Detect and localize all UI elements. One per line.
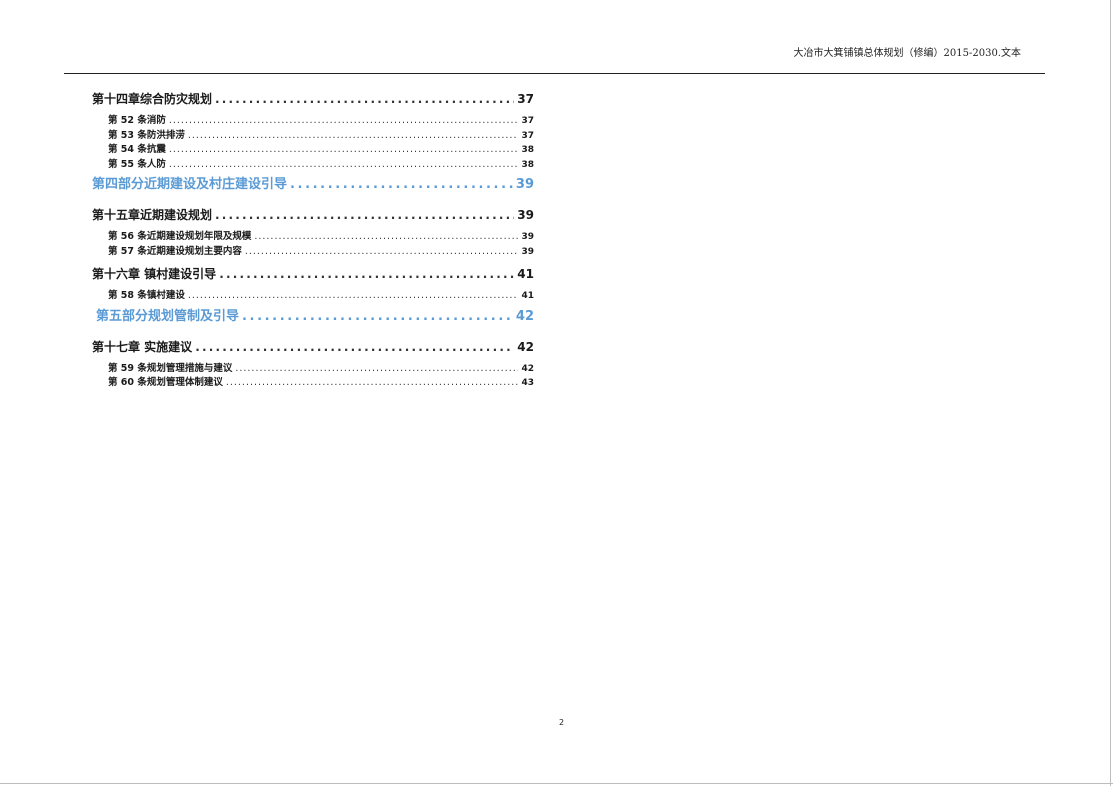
toc-article-58[interactable]: 第 58 条镇村建设 41 — [92, 289, 534, 304]
page-edge-bottom — [0, 783, 1113, 784]
toc-entry-label: 第十六章 镇村建设引导 — [92, 267, 217, 281]
toc-leader-dots — [254, 230, 518, 245]
header-rule — [64, 73, 1045, 74]
toc-entry-label: 第 52 条消防 — [108, 115, 166, 126]
toc-chapter-15[interactable]: 第十五章近期建设规划 39 — [92, 204, 534, 226]
toc-part-4[interactable]: 第四部分近期建设及村庄建设引导 39 — [92, 172, 534, 198]
toc-leader-dots — [245, 245, 519, 260]
toc-page-number: 39 — [517, 208, 534, 222]
page-edge-right — [1110, 0, 1111, 786]
toc-leader-dots — [215, 204, 514, 226]
toc-chapter-14[interactable]: 第十四章综合防灾规划 37 — [92, 88, 534, 110]
toc-page-number: 41 — [521, 291, 534, 301]
toc-leader-dots — [188, 129, 519, 144]
toc-page-number: 42 — [517, 339, 534, 354]
toc-page-number: 37 — [517, 92, 534, 106]
table-of-contents: 第十四章综合防灾规划 37 第 52 条消防 37 第 53 条防洪排涝 37 … — [92, 88, 534, 391]
toc-leader-dots — [290, 172, 513, 198]
toc-page-number: 37 — [521, 116, 534, 126]
toc-entry-label: 第十四章综合防灾规划 — [92, 92, 213, 106]
toc-leader-dots — [226, 376, 519, 391]
toc-leader-dots — [215, 88, 514, 110]
toc-page-number: 42 — [521, 363, 534, 374]
toc-leader-dots — [188, 289, 519, 304]
toc-article-53[interactable]: 第 53 条防洪排涝 37 — [92, 129, 534, 144]
toc-entry-label: 第五部分规划管制及引导 — [96, 308, 240, 324]
toc-entry-label: 第十七章 实施建议 — [92, 339, 193, 354]
toc-leader-dots — [195, 336, 514, 358]
toc-page-number: 38 — [521, 159, 534, 170]
toc-entry-label: 第 55 条人防 — [108, 158, 166, 170]
toc-article-54[interactable]: 第 54 条抗震 38 — [92, 143, 534, 158]
toc-article-55[interactable]: 第 55 条人防 38 — [92, 158, 534, 173]
toc-page-number: 39 — [521, 232, 534, 242]
toc-page-number: 38 — [521, 145, 534, 155]
toc-entry-label: 第 53 条防洪排涝 — [108, 129, 185, 141]
toc-chapter-17[interactable]: 第十七章 实施建议 42 — [92, 336, 534, 358]
toc-entry-label: 第 58 条镇村建设 — [108, 290, 185, 301]
toc-leader-dots — [242, 304, 513, 330]
toc-entry-label: 第 60 条规划管理体制建议 — [108, 377, 223, 388]
toc-entry-label: 第 54 条抗震 — [108, 144, 166, 155]
toc-entry-label: 第 59 条规划管理措施与建议 — [108, 362, 233, 374]
toc-page-number: 39 — [515, 177, 534, 192]
toc-page-number: 37 — [521, 130, 534, 141]
header-title: 大冶市大箕铺镇总体规划（修编）2015-2030.文本 — [793, 48, 1021, 59]
toc-entry-label: 第 56 条近期建设规划年限及规模 — [108, 231, 252, 242]
toc-leader-dots — [219, 263, 514, 285]
toc-entry-label: 第十五章近期建设规划 — [92, 208, 213, 222]
toc-entry-label: 第四部分近期建设及村庄建设引导 — [92, 177, 288, 192]
toc-leader-dots — [169, 114, 519, 129]
toc-article-59[interactable]: 第 59 条规划管理措施与建议 42 — [92, 362, 534, 377]
footer-page-number: 2 — [559, 718, 565, 727]
toc-page-number: 43 — [521, 378, 534, 388]
toc-page-number: 42 — [515, 308, 534, 324]
toc-article-52[interactable]: 第 52 条消防 37 — [92, 114, 534, 129]
document-page: 大冶市大箕铺镇总体规划（修编）2015-2030.文本 第十四章综合防灾规划 3… — [0, 0, 1113, 786]
toc-leader-dots — [235, 362, 518, 377]
toc-article-56[interactable]: 第 56 条近期建设规划年限及规模 39 — [92, 230, 534, 245]
toc-page-number: 39 — [521, 246, 534, 257]
toc-leader-dots — [169, 158, 519, 173]
toc-page-number: 41 — [517, 267, 534, 281]
toc-leader-dots — [169, 143, 519, 158]
toc-part-5[interactable]: 第五部分规划管制及引导 42 — [92, 304, 534, 330]
toc-article-60[interactable]: 第 60 条规划管理体制建议 43 — [92, 376, 534, 391]
toc-chapter-16[interactable]: 第十六章 镇村建设引导 41 — [92, 263, 534, 285]
toc-article-57[interactable]: 第 57 条近期建设规划主要内容 39 — [92, 245, 534, 260]
toc-entry-label: 第 57 条近期建设规划主要内容 — [108, 245, 242, 257]
